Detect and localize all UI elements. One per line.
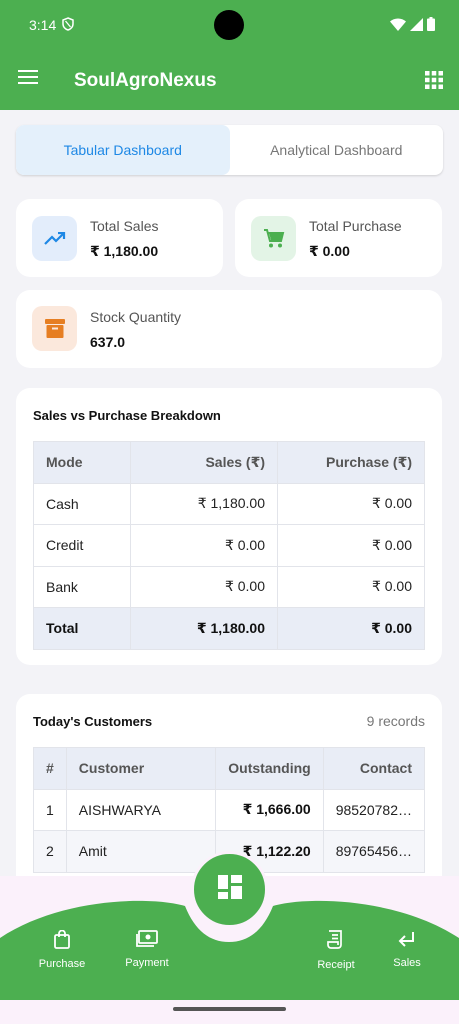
trending-up-icon <box>32 216 77 261</box>
status-bar: 3:14 <box>0 0 459 52</box>
total-row: Total ₹ 1,180.00 ₹ 0.00 <box>33 607 425 650</box>
archive-icon <box>32 306 77 351</box>
dashboard-content: Tabular Dashboard Analytical Dashboard T… <box>0 110 459 880</box>
receipt-icon <box>327 930 345 953</box>
column-header: Customer <box>65 747 217 790</box>
breakdown-title: Sales vs Purchase Breakdown <box>33 408 221 423</box>
breakdown-table: Mode Sales (₹) Purchase (₹) Cash ₹ 1,180… <box>33 441 425 650</box>
total-sales-value: ₹ 1,180.00 <box>90 243 159 259</box>
table-row: Cash ₹ 1,180.00 ₹ 0.00 <box>33 482 425 525</box>
signal-icon <box>410 17 423 36</box>
table-cell: 98520782… <box>322 788 426 831</box>
total-purchase-label: Total Purchase <box>309 218 402 234</box>
wifi-icon <box>390 17 406 36</box>
table-cell: ₹ 0.00 <box>277 607 425 650</box>
breakdown-card: Sales vs Purchase Breakdown Mode Sales (… <box>16 388 442 665</box>
column-header: Purchase (₹) <box>277 441 425 484</box>
stock-quantity-card: Stock Quantity 637.0 <box>16 290 442 368</box>
tab-analytical-dashboard[interactable]: Analytical Dashboard <box>230 125 444 175</box>
app-header: 3:14 SoulAgroNexus <box>0 0 459 110</box>
tab-tabular-dashboard[interactable]: Tabular Dashboard <box>16 125 230 175</box>
camera-cutout <box>214 10 244 40</box>
table-cell: 2 <box>33 830 67 873</box>
column-header: # <box>33 747 67 790</box>
dashboard-icon <box>217 875 242 904</box>
table-cell: ₹ 0.00 <box>277 565 425 608</box>
table-cell: ₹ 0.00 <box>130 565 278 608</box>
total-sales-label: Total Sales <box>90 218 159 234</box>
stock-quantity-label: Stock Quantity <box>90 309 182 325</box>
table-cell: Bank <box>33 565 131 608</box>
table-cell: ₹ 0.00 <box>277 482 425 525</box>
home-indicator[interactable] <box>173 1007 286 1011</box>
table-header-row: # Customer Outstanding Contact <box>33 747 426 790</box>
shield-icon <box>62 17 74 36</box>
nav-receipt[interactable]: Receipt <box>296 930 376 971</box>
table-cell: Credit <box>33 524 131 567</box>
battery-icon <box>427 17 435 36</box>
total-purchase-value: ₹ 0.00 <box>309 243 350 259</box>
cart-icon <box>251 216 296 261</box>
table-row: Credit ₹ 0.00 ₹ 0.00 <box>33 524 425 567</box>
column-header: Outstanding <box>215 747 324 790</box>
app-title: SoulAgroNexus <box>74 70 217 91</box>
table-cell: AISHWARYA <box>65 788 217 831</box>
payment-icon <box>136 930 158 951</box>
table-cell: ₹ 1,666.00 <box>215 788 324 831</box>
table-cell: ₹ 0.00 <box>130 524 278 567</box>
menu-icon[interactable] <box>18 69 39 90</box>
customers-title: Today's Customers <box>33 714 153 729</box>
records-count: 9 records <box>366 713 425 729</box>
column-header: Contact <box>322 747 426 790</box>
table-row[interactable]: 1 AISHWARYA ₹ 1,666.00 98520782… <box>33 788 426 831</box>
table-cell: Total <box>33 607 131 650</box>
table-cell: 1 <box>33 788 67 831</box>
dashboard-fab[interactable] <box>191 851 268 928</box>
nav-sales-label: Sales <box>393 957 421 969</box>
nav-sales[interactable]: Sales <box>367 930 447 969</box>
table-cell: 89765456… <box>322 830 426 873</box>
apps-grid-icon[interactable] <box>425 71 443 94</box>
table-cell: ₹ 1,180.00 <box>130 607 278 650</box>
table-cell: ₹ 1,180.00 <box>130 482 278 525</box>
nav-purchase-label: Purchase <box>38 958 86 970</box>
table-row: Bank ₹ 0.00 ₹ 0.00 <box>33 565 425 608</box>
nav-payment[interactable]: Payment <box>107 930 187 969</box>
table-header-row: Mode Sales (₹) Purchase (₹) <box>33 441 425 484</box>
total-sales-card: Total Sales ₹ 1,180.00 <box>16 199 223 277</box>
table-cell: Amit <box>65 830 217 873</box>
stock-quantity-value: 637.0 <box>90 334 126 350</box>
table-cell: ₹ 0.00 <box>277 524 425 567</box>
nav-payment-label: Payment <box>125 957 169 969</box>
return-arrow-icon <box>398 930 416 951</box>
status-time: 3:14 <box>29 17 57 33</box>
nav-purchase[interactable]: Purchase <box>22 929 102 970</box>
table-cell: Cash <box>33 482 131 525</box>
dashboard-tabs: Tabular Dashboard Analytical Dashboard <box>16 125 443 175</box>
nav-receipt-label: Receipt <box>317 959 355 971</box>
total-purchase-card: Total Purchase ₹ 0.00 <box>235 199 442 277</box>
bag-icon <box>54 929 70 952</box>
column-header: Mode <box>33 441 131 484</box>
column-header: Sales (₹) <box>130 441 278 484</box>
